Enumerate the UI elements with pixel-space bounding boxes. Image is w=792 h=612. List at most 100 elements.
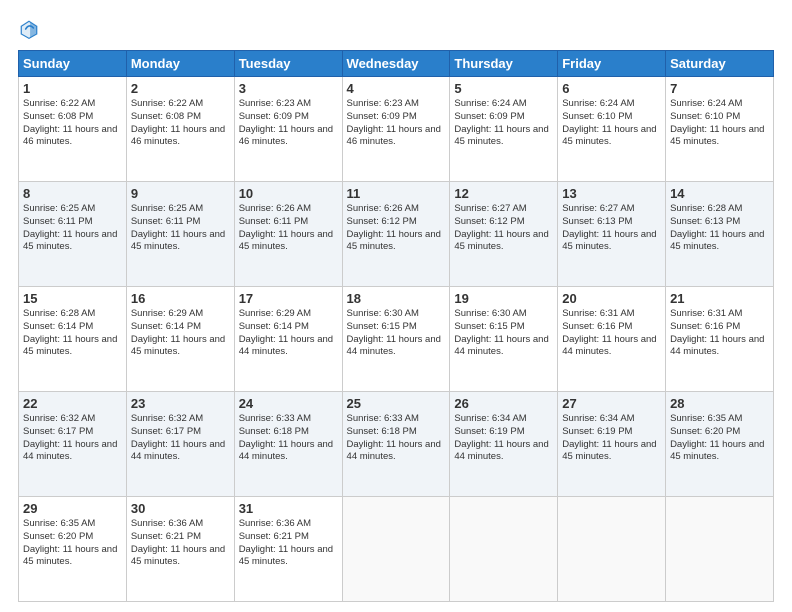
weekday-header-thursday: Thursday bbox=[450, 51, 558, 77]
day-info: Sunrise: 6:29 AMSunset: 6:14 PMDaylight:… bbox=[239, 308, 338, 359]
weekday-header-wednesday: Wednesday bbox=[342, 51, 450, 77]
calendar-cell: 20 Sunrise: 6:31 AMSunset: 6:16 PMDayligh… bbox=[558, 287, 666, 392]
day-info: Sunrise: 6:33 AMSunset: 6:18 PMDaylight:… bbox=[347, 413, 446, 464]
calendar-cell: 28 Sunrise: 6:35 AMSunset: 6:20 PMDayligh… bbox=[666, 392, 774, 497]
weekday-header-friday: Friday bbox=[558, 51, 666, 77]
calendar-cell bbox=[666, 497, 774, 602]
calendar-cell: 21Sunrise: 6:31 AMSunset: 6:16 PMDayligh… bbox=[666, 287, 774, 392]
calendar-cell: 18 Sunrise: 6:30 AMSunset: 6:15 PMDayligh… bbox=[342, 287, 450, 392]
calendar-cell: 8 Sunrise: 6:25 AMSunset: 6:11 PMDaylight… bbox=[19, 182, 127, 287]
day-number: 3 bbox=[239, 81, 338, 96]
logo bbox=[18, 18, 44, 40]
day-number: 28 bbox=[670, 396, 769, 411]
weekday-header-sunday: Sunday bbox=[19, 51, 127, 77]
day-info: Sunrise: 6:35 AMSunset: 6:20 PMDaylight:… bbox=[670, 413, 769, 464]
calendar-cell: 2Sunrise: 6:22 AMSunset: 6:08 PMDaylight… bbox=[126, 77, 234, 182]
calendar-cell: 1Sunrise: 6:22 AMSunset: 6:08 PMDaylight… bbox=[19, 77, 127, 182]
day-number: 4 bbox=[347, 81, 446, 96]
day-info: Sunrise: 6:28 AMSunset: 6:14 PMDaylight:… bbox=[23, 308, 122, 359]
calendar-cell: 17 Sunrise: 6:29 AMSunset: 6:14 PMDayligh… bbox=[234, 287, 342, 392]
day-info: Sunrise: 6:32 AMSunset: 6:17 PMDaylight:… bbox=[23, 413, 122, 464]
calendar-cell: 27 Sunrise: 6:34 AMSunset: 6:19 PMDayligh… bbox=[558, 392, 666, 497]
day-info: Sunrise: 6:26 AMSunset: 6:11 PMDaylight:… bbox=[239, 203, 338, 254]
day-info: Sunrise: 6:34 AMSunset: 6:19 PMDaylight:… bbox=[562, 413, 661, 464]
calendar-week-3: 15 Sunrise: 6:28 AMSunset: 6:14 PMDayligh… bbox=[19, 287, 774, 392]
day-number: 12 bbox=[454, 186, 553, 201]
calendar-cell: 23 Sunrise: 6:32 AMSunset: 6:17 PMDayligh… bbox=[126, 392, 234, 497]
day-info: Sunrise: 6:35 AMSunset: 6:20 PMDaylight:… bbox=[23, 518, 122, 569]
day-number: 16 bbox=[131, 291, 230, 306]
day-info: Sunrise: 6:24 AMSunset: 6:10 PMDaylight:… bbox=[670, 98, 769, 149]
day-info: Sunrise: 6:23 AMSunset: 6:09 PMDaylight:… bbox=[239, 98, 338, 149]
day-info: Sunrise: 6:33 AMSunset: 6:18 PMDaylight:… bbox=[239, 413, 338, 464]
day-info: Sunrise: 6:32 AMSunset: 6:17 PMDaylight:… bbox=[131, 413, 230, 464]
calendar-cell: 4Sunrise: 6:23 AMSunset: 6:09 PMDaylight… bbox=[342, 77, 450, 182]
day-number: 29 bbox=[23, 501, 122, 516]
calendar-week-4: 22Sunrise: 6:32 AMSunset: 6:17 PMDayligh… bbox=[19, 392, 774, 497]
calendar-cell: 6Sunrise: 6:24 AMSunset: 6:10 PMDaylight… bbox=[558, 77, 666, 182]
day-info: Sunrise: 6:36 AMSunset: 6:21 PMDaylight:… bbox=[239, 518, 338, 569]
calendar-week-1: 1Sunrise: 6:22 AMSunset: 6:08 PMDaylight… bbox=[19, 77, 774, 182]
day-info: Sunrise: 6:27 AMSunset: 6:13 PMDaylight:… bbox=[562, 203, 661, 254]
calendar-cell: 30 Sunrise: 6:36 AMSunset: 6:21 PMDayligh… bbox=[126, 497, 234, 602]
header bbox=[18, 18, 774, 40]
day-number: 13 bbox=[562, 186, 661, 201]
logo-area bbox=[18, 18, 44, 40]
calendar-cell: 11 Sunrise: 6:26 AMSunset: 6:12 PMDayligh… bbox=[342, 182, 450, 287]
day-number: 15 bbox=[23, 291, 122, 306]
day-number: 20 bbox=[562, 291, 661, 306]
day-number: 18 bbox=[347, 291, 446, 306]
calendar-cell: 13 Sunrise: 6:27 AMSunset: 6:13 PMDayligh… bbox=[558, 182, 666, 287]
calendar-cell: 16 Sunrise: 6:29 AMSunset: 6:14 PMDayligh… bbox=[126, 287, 234, 392]
calendar-week-2: 8 Sunrise: 6:25 AMSunset: 6:11 PMDaylight… bbox=[19, 182, 774, 287]
calendar-cell: 15 Sunrise: 6:28 AMSunset: 6:14 PMDayligh… bbox=[19, 287, 127, 392]
day-info: Sunrise: 6:30 AMSunset: 6:15 PMDaylight:… bbox=[347, 308, 446, 359]
day-info: Sunrise: 6:29 AMSunset: 6:14 PMDaylight:… bbox=[131, 308, 230, 359]
weekday-header-saturday: Saturday bbox=[666, 51, 774, 77]
calendar-table: SundayMondayTuesdayWednesdayThursdayFrid… bbox=[18, 50, 774, 602]
weekday-header-monday: Monday bbox=[126, 51, 234, 77]
calendar-week-5: 29 Sunrise: 6:35 AMSunset: 6:20 PMDayligh… bbox=[19, 497, 774, 602]
day-number: 26 bbox=[454, 396, 553, 411]
day-number: 11 bbox=[347, 186, 446, 201]
day-info: Sunrise: 6:36 AMSunset: 6:21 PMDaylight:… bbox=[131, 518, 230, 569]
day-info: Sunrise: 6:31 AMSunset: 6:16 PMDaylight:… bbox=[670, 308, 769, 359]
calendar-cell: 29 Sunrise: 6:35 AMSunset: 6:20 PMDayligh… bbox=[19, 497, 127, 602]
calendar-cell: 3 Sunrise: 6:23 AMSunset: 6:09 PMDaylight… bbox=[234, 77, 342, 182]
calendar-cell: 9Sunrise: 6:25 AMSunset: 6:11 PMDaylight… bbox=[126, 182, 234, 287]
calendar-cell: 14Sunrise: 6:28 AMSunset: 6:13 PMDayligh… bbox=[666, 182, 774, 287]
day-number: 6 bbox=[562, 81, 661, 96]
day-info: Sunrise: 6:31 AMSunset: 6:16 PMDaylight:… bbox=[562, 308, 661, 359]
day-number: 5 bbox=[454, 81, 553, 96]
day-number: 30 bbox=[131, 501, 230, 516]
calendar-cell bbox=[342, 497, 450, 602]
day-info: Sunrise: 6:25 AMSunset: 6:11 PMDaylight:… bbox=[23, 203, 122, 254]
day-number: 23 bbox=[131, 396, 230, 411]
calendar-cell bbox=[558, 497, 666, 602]
calendar-cell bbox=[450, 497, 558, 602]
day-info: Sunrise: 6:30 AMSunset: 6:15 PMDaylight:… bbox=[454, 308, 553, 359]
day-number: 27 bbox=[562, 396, 661, 411]
day-number: 9 bbox=[131, 186, 230, 201]
day-info: Sunrise: 6:34 AMSunset: 6:19 PMDaylight:… bbox=[454, 413, 553, 464]
weekday-header-tuesday: Tuesday bbox=[234, 51, 342, 77]
day-number: 31 bbox=[239, 501, 338, 516]
day-number: 10 bbox=[239, 186, 338, 201]
calendar-cell: 10 Sunrise: 6:26 AMSunset: 6:11 PMDayligh… bbox=[234, 182, 342, 287]
day-number: 24 bbox=[239, 396, 338, 411]
logo-icon bbox=[18, 18, 40, 40]
calendar-cell: 26 Sunrise: 6:34 AMSunset: 6:19 PMDayligh… bbox=[450, 392, 558, 497]
calendar-cell: 31 Sunrise: 6:36 AMSunset: 6:21 PMDayligh… bbox=[234, 497, 342, 602]
calendar-cell: 5Sunrise: 6:24 AMSunset: 6:09 PMDaylight… bbox=[450, 77, 558, 182]
day-number: 17 bbox=[239, 291, 338, 306]
day-info: Sunrise: 6:26 AMSunset: 6:12 PMDaylight:… bbox=[347, 203, 446, 254]
day-info: Sunrise: 6:28 AMSunset: 6:13 PMDaylight:… bbox=[670, 203, 769, 254]
calendar-cell: 7 Sunrise: 6:24 AMSunset: 6:10 PMDaylight… bbox=[666, 77, 774, 182]
day-number: 25 bbox=[347, 396, 446, 411]
calendar-cell: 19Sunrise: 6:30 AMSunset: 6:15 PMDayligh… bbox=[450, 287, 558, 392]
page: SundayMondayTuesdayWednesdayThursdayFrid… bbox=[0, 0, 792, 612]
day-number: 8 bbox=[23, 186, 122, 201]
day-number: 7 bbox=[670, 81, 769, 96]
calendar-cell: 12Sunrise: 6:27 AMSunset: 6:12 PMDayligh… bbox=[450, 182, 558, 287]
weekday-header-row: SundayMondayTuesdayWednesdayThursdayFrid… bbox=[19, 51, 774, 77]
